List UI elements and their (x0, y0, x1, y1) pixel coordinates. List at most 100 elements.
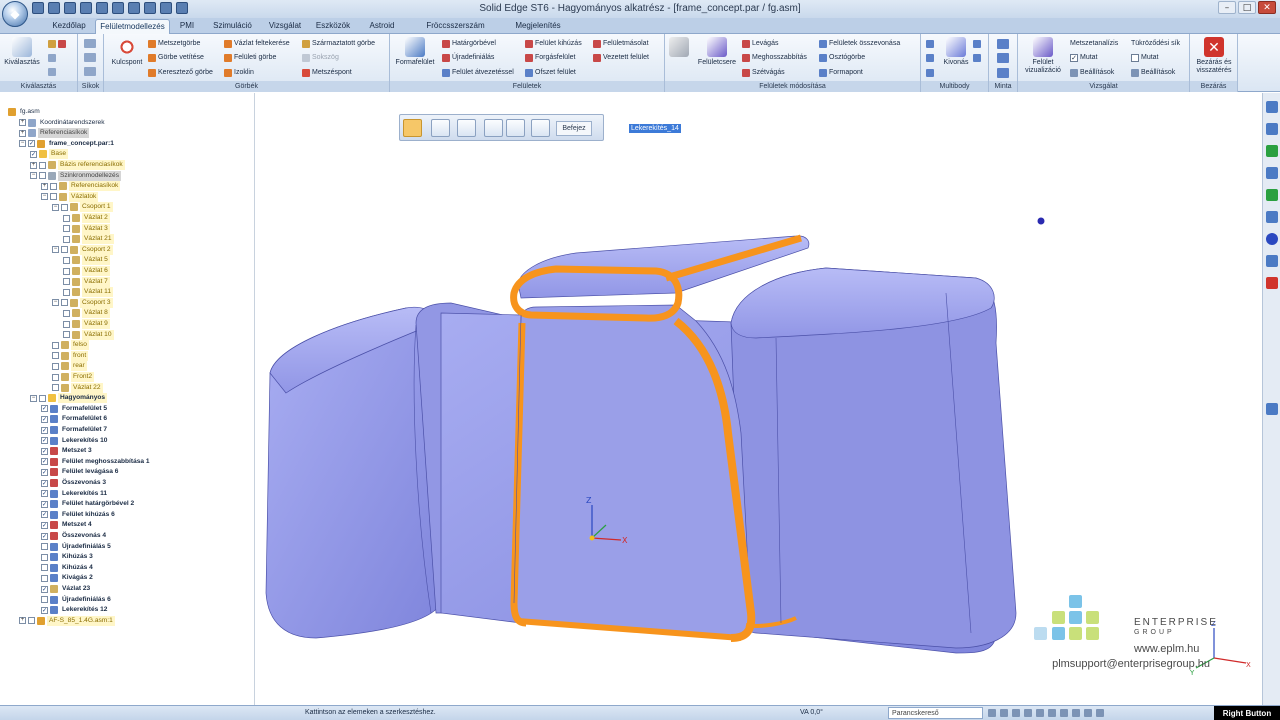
zoom-icon[interactable] (1000, 709, 1008, 717)
tree-item[interactable]: + Bázis referenciasíkok (30, 160, 125, 170)
graphics-window[interactable]: Z X Z X Y Befejez Lekerekítés_14 ENTERPR… (256, 93, 1262, 705)
feluletcsere-button[interactable]: Felületcsere (695, 37, 739, 67)
pattern-icon-3[interactable] (997, 67, 1009, 78)
plane-icon-3[interactable] (84, 66, 96, 77)
tree-item[interactable]: Vázlat 10 (63, 329, 114, 340)
tree-expander[interactable]: − (41, 193, 48, 201)
felulet-atvezetessel-button[interactable]: Felület átvezetéssel (442, 67, 514, 78)
kivonas-button[interactable]: Kivonás (941, 37, 971, 67)
tree-item[interactable]: ✓ Base (30, 149, 69, 160)
beallitasok1-button[interactable]: Beállítások (1070, 67, 1114, 78)
cube-icon[interactable] (484, 119, 503, 137)
tree-expander[interactable]: − (52, 246, 59, 254)
feluleti-gorbe-button[interactable]: Felületi görbe (224, 52, 276, 63)
select-small-icon-3[interactable] (48, 66, 56, 77)
multibody-small-icon[interactable] (926, 38, 934, 49)
tree-expander[interactable]: + (19, 617, 26, 625)
tree-checkbox[interactable] (39, 161, 46, 169)
metszespont-button[interactable]: Metszéspont (302, 67, 352, 78)
pan-icon[interactable] (1024, 709, 1032, 717)
beallitasok2-button[interactable]: Beállítások (1131, 67, 1175, 78)
bezaras-es-visszateres-button[interactable]: ✕ Bezárás és visszatérés (1192, 37, 1236, 75)
tree-item[interactable]: ✓ Lekerekítés 11 (41, 489, 109, 499)
tab-astroid[interactable]: Astroid (358, 19, 406, 34)
keresztezo-gorbe-button[interactable]: Keresztező görbe (148, 67, 213, 78)
maximize-button[interactable]: □ (1238, 1, 1256, 14)
display-icon[interactable] (1072, 709, 1080, 717)
tree-checkbox[interactable] (28, 617, 35, 625)
tree-expander[interactable]: + (19, 119, 26, 127)
layer-icon[interactable] (1266, 123, 1278, 135)
tab-eszkozok[interactable]: Eszközök (310, 19, 356, 34)
tree-item[interactable]: ✓ Felület meghosszabbítása 1 (41, 457, 152, 467)
tree-expander[interactable]: − (52, 203, 59, 211)
tree-item[interactable]: Vázlat 2 (63, 213, 110, 223)
youtube-icon[interactable] (1266, 277, 1278, 289)
kivalasztas-button[interactable]: Kiválasztás (3, 37, 41, 67)
tree-item[interactable]: ✓ Összevonás 3 (41, 478, 108, 488)
tree-checkbox[interactable]: ✓ (41, 468, 48, 476)
tree-item[interactable]: Vázlat 7 (63, 276, 110, 287)
vezetett-felulet-button[interactable]: Vezetett felület (593, 52, 649, 63)
tree-item[interactable]: + AF-S_85_1.4G.asm:1 (19, 615, 115, 626)
tree-item[interactable]: front (52, 350, 89, 361)
tree-item[interactable]: + Koordinátarendszerek (19, 118, 107, 128)
tree-checkbox[interactable] (41, 543, 48, 551)
ujradefinialas-button[interactable]: Újradefiniálás (442, 52, 494, 63)
tree-checkbox[interactable]: ✓ (41, 415, 48, 423)
tab-pmi[interactable]: PMI (172, 19, 202, 34)
tree-item[interactable]: Újradefiniálás 5 (41, 542, 113, 552)
tree-checkbox[interactable] (61, 246, 68, 254)
tree-item[interactable]: ✓ Metszet 3 (41, 446, 94, 456)
zoom-area-icon[interactable] (988, 709, 996, 717)
tree-checkbox[interactable]: ✓ (41, 405, 48, 413)
tree-checkbox[interactable] (63, 278, 70, 286)
tree-expander[interactable]: + (30, 161, 37, 169)
prism-front-face[interactable] (513, 304, 752, 640)
tree-item[interactable]: − Csoport 2 (52, 244, 113, 255)
tree-checkbox[interactable] (63, 235, 70, 243)
tree-item[interactable]: ✓ Metszet 4 (41, 520, 94, 530)
tree-checkbox[interactable] (52, 384, 59, 392)
select-small-icon[interactable] (48, 38, 66, 49)
tree-checkbox[interactable]: ✓ (41, 426, 48, 434)
rotate-icon[interactable] (1036, 709, 1044, 717)
tree-expander[interactable]: − (30, 394, 37, 402)
tree-checkbox[interactable] (39, 394, 46, 402)
vazlat-felterkezese-button[interactable]: Vázlat feltekerése (224, 38, 290, 49)
tree-checkbox[interactable] (63, 225, 70, 233)
application-menu-button[interactable]: ◆ (2, 1, 28, 27)
plane-icon[interactable] (84, 38, 96, 49)
tab-kezdolap[interactable]: Kezdőlap (44, 19, 94, 34)
tree-item[interactable]: ✓ Formafelület 7 (41, 425, 109, 435)
settings-icon[interactable] (1266, 403, 1278, 415)
tree-expander[interactable]: − (19, 140, 26, 148)
tukrozodesi-sik-button[interactable]: Tükröződési sík (1131, 38, 1180, 49)
mutat2-check[interactable] (1131, 53, 1139, 62)
levagas-button[interactable]: Levágás (742, 38, 778, 49)
formapont-button[interactable]: Formapont (819, 67, 863, 78)
tab-vizsgalat[interactable]: Vizsgálat (262, 19, 308, 34)
ofszet-felulet-button[interactable]: Ofszet felület (525, 67, 576, 78)
tab-megjelenites[interactable]: Megjelenítés (506, 19, 570, 34)
tree-checkbox[interactable] (63, 288, 70, 296)
tree-checkbox[interactable]: ✓ (41, 511, 48, 519)
help-icon[interactable] (1266, 233, 1278, 245)
mutat2-checkbox[interactable]: Mutat (1131, 52, 1159, 63)
tree-item[interactable]: Kihúzás 4 (41, 563, 95, 573)
tree-item[interactable]: ✓ Felület határgörbével 2 (41, 499, 136, 509)
tree-item[interactable]: Vázlat 5 (63, 255, 110, 266)
modify-icon-button[interactable] (669, 37, 689, 59)
hatargorbevel-button[interactable]: Határgörbével (442, 38, 496, 49)
tree-checkbox[interactable] (41, 553, 48, 561)
tree-item[interactable]: rear (52, 361, 87, 372)
tree-checkbox[interactable] (63, 267, 70, 275)
tree-checkbox[interactable] (63, 320, 70, 328)
tree-item[interactable]: + Referenciasíkok (19, 128, 90, 139)
tree-checkbox[interactable]: ✓ (41, 521, 48, 529)
tree-checkbox[interactable]: ✓ (41, 606, 48, 614)
tree-item[interactable]: − Szinkronmodellezés (30, 170, 122, 181)
tree-checkbox[interactable]: ✓ (41, 490, 48, 498)
note-icon[interactable] (1266, 167, 1278, 179)
tree-checkbox[interactable]: ✓ (41, 458, 48, 466)
